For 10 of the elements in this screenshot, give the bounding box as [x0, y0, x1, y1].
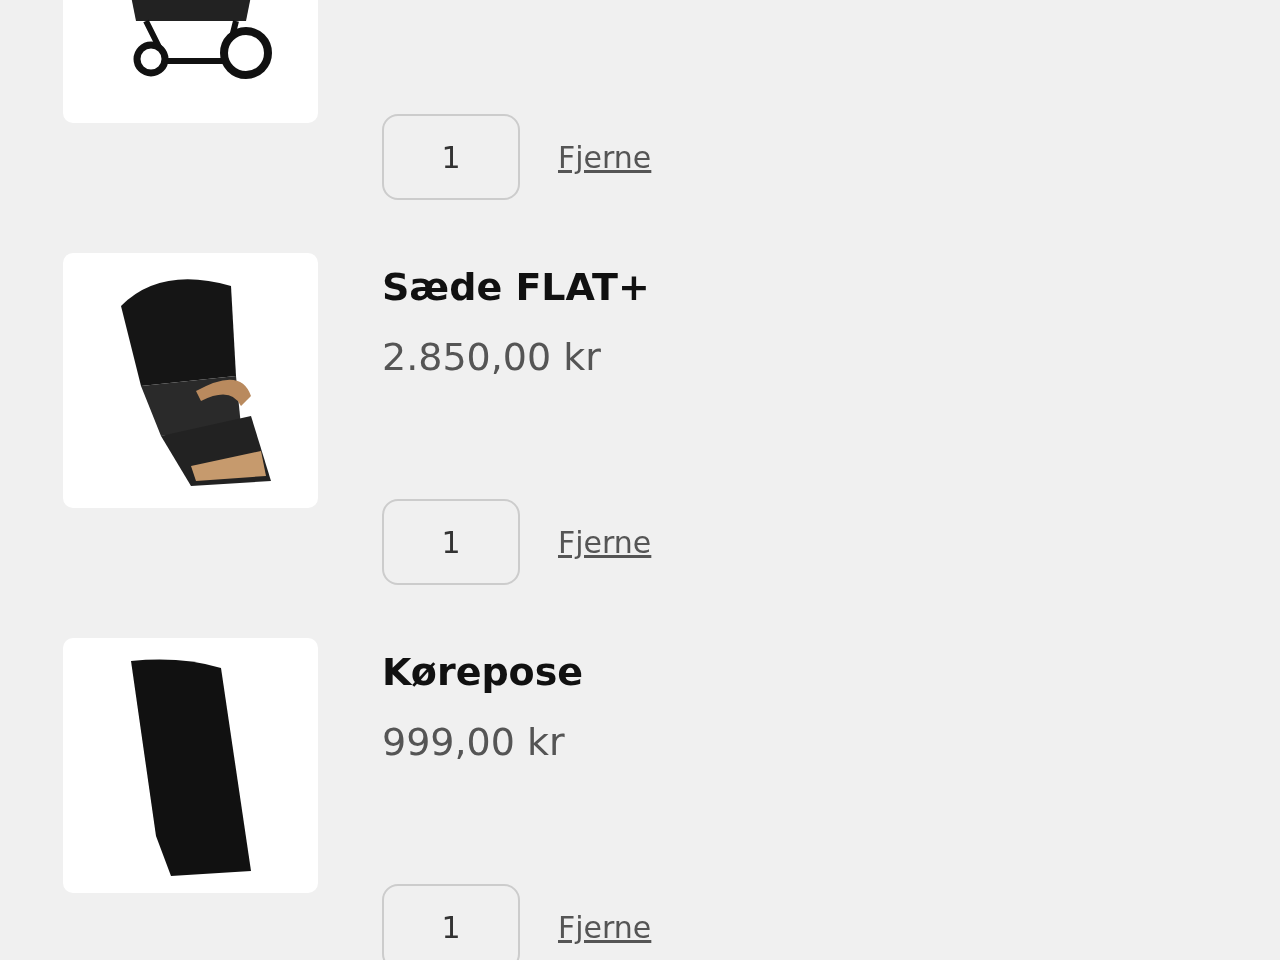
remove-link[interactable]: Fjerne — [558, 524, 652, 560]
product-name: Sæde FLAT+ — [382, 265, 651, 309]
quantity-field[interactable]: 1 — [382, 884, 520, 960]
product-price: 999,00 kr — [382, 720, 566, 764]
remove-link[interactable]: Fjerne — [558, 909, 652, 945]
product-price: 2.850,00 kr — [382, 335, 602, 379]
remove-link[interactable]: Fjerne — [558, 139, 652, 175]
product-name: Kørepose — [382, 650, 585, 694]
quantity-field[interactable]: 1 — [382, 499, 520, 585]
quantity-field[interactable]: 1 — [382, 114, 520, 200]
